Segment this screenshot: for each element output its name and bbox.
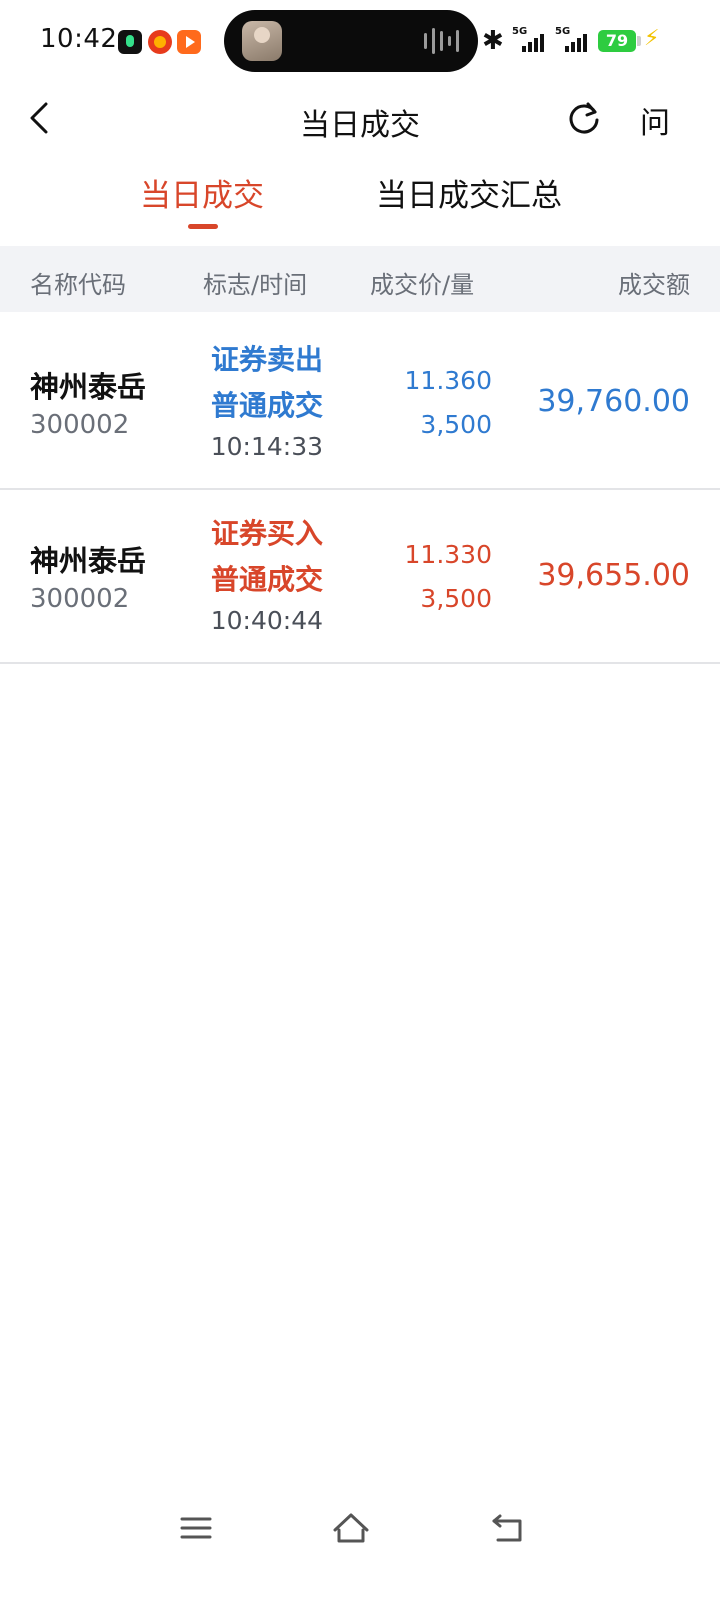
battery-icon: 79	[598, 30, 636, 52]
stock-name: 神州泰岳	[30, 544, 147, 578]
trade-amount: 39,760.00	[537, 384, 690, 419]
trade-type: 普通成交	[210, 563, 323, 596]
status-bar: 10:42 ✱ 5G 5G 79 ⚡	[0, 0, 720, 84]
trade-row[interactable]: 神州泰岳 300002 证券买入 普通成交 10:40:44 11.330 3,…	[0, 488, 720, 664]
trade-amount: 39,655.00	[537, 558, 690, 593]
bluetooth-icon: ✱	[482, 26, 504, 56]
audio-wave-icon	[424, 33, 427, 49]
page-title: 当日成交	[300, 108, 420, 143]
media-thumbnail-icon	[242, 21, 282, 61]
trade-time: 10:40:44	[210, 606, 323, 635]
tab-bar: 当日成交 当日成交汇总	[0, 160, 720, 244]
refresh-icon[interactable]	[562, 96, 606, 140]
trade-quantity: 3,500	[420, 584, 492, 613]
trade-quantity: 3,500	[420, 410, 492, 439]
trade-row[interactable]: 神州泰岳 300002 证券卖出 普通成交 10:14:33 11.360 3,…	[0, 314, 720, 490]
home-icon[interactable]	[331, 1510, 371, 1546]
video-app-icon	[177, 30, 201, 54]
table-header: 名称代码 标志/时间 成交价/量 成交额	[0, 246, 720, 312]
signal-icon-2: 5G	[555, 26, 591, 54]
shopping-app-icon	[148, 30, 172, 54]
help-button[interactable]: 问	[640, 98, 670, 142]
trade-price: 11.360	[404, 366, 492, 395]
dynamic-island[interactable]	[224, 10, 478, 72]
tab-today-trades-summary[interactable]: 当日成交汇总	[376, 170, 562, 215]
trade-time: 10:14:33	[210, 432, 323, 461]
column-name-code: 名称代码	[30, 271, 126, 299]
menu-icon[interactable]	[178, 1510, 214, 1546]
signal-icon: 5G	[512, 26, 548, 54]
trade-price: 11.330	[404, 540, 492, 569]
column-amount: 成交额	[618, 271, 690, 299]
tab-today-trades[interactable]: 当日成交	[140, 170, 264, 215]
back-nav-icon[interactable]	[490, 1510, 526, 1546]
column-price-qty: 成交价/量	[370, 271, 475, 299]
top-app-bar: 当日成交 问	[0, 84, 720, 154]
stock-code: 300002	[30, 584, 130, 614]
trade-direction: 证券卖出	[210, 343, 323, 376]
column-flag-time: 标志/时间	[203, 271, 308, 299]
active-tab-indicator	[188, 224, 218, 229]
trade-direction: 证券买入	[210, 517, 323, 550]
trade-type: 普通成交	[210, 389, 323, 422]
stock-name: 神州泰岳	[30, 370, 147, 404]
charging-icon: ⚡	[644, 26, 660, 51]
music-app-icon	[118, 30, 142, 54]
stock-code: 300002	[30, 410, 130, 440]
system-navigation-bar	[0, 1490, 720, 1570]
status-time: 10:42	[40, 24, 118, 54]
